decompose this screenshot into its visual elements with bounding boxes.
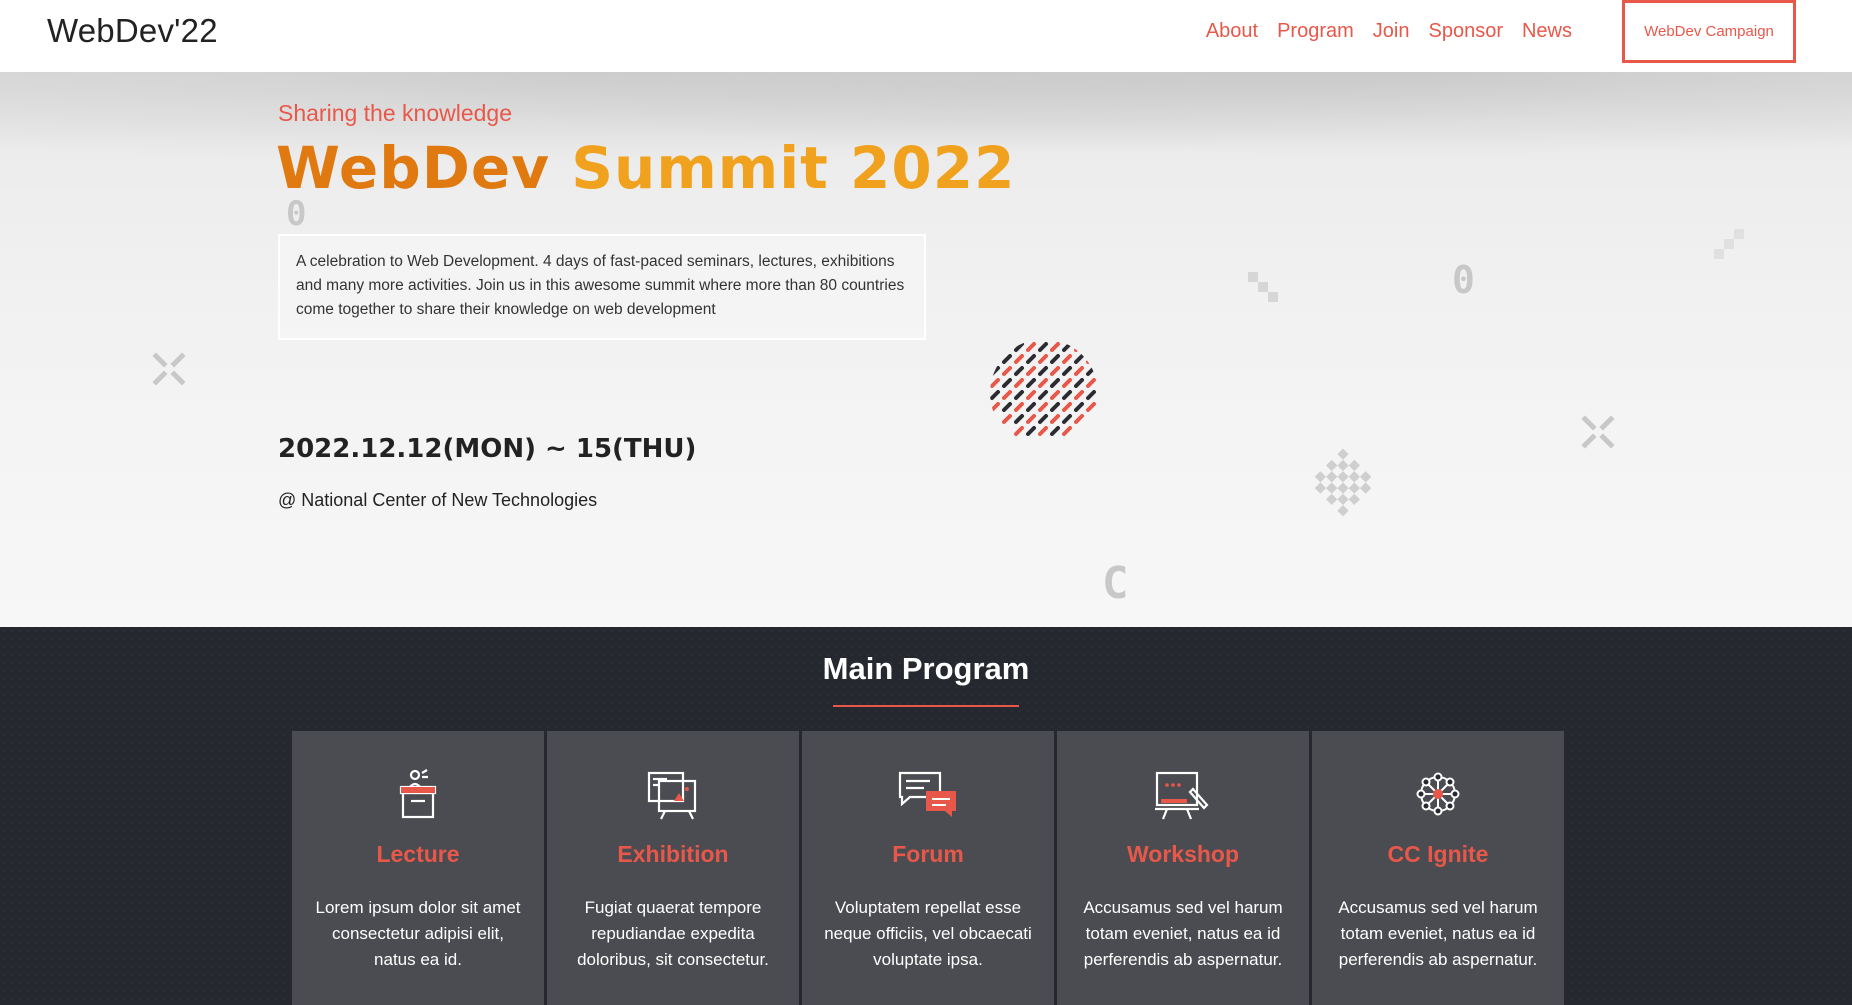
nav-program[interactable]: Program (1277, 20, 1354, 43)
checker-diamond-icon (1314, 448, 1372, 517)
main-nav: About Program Join Sponsor News (1206, 20, 1572, 43)
zero-decoration-icon: 0 (1452, 258, 1475, 302)
event-date: 2022.12.12(MON) ~ 15(THU) (278, 434, 697, 464)
card-text: Lorem ipsum dolor sit amet consectetur a… (315, 898, 521, 969)
program-card-workshop[interactable]: Workshop Accusamus sed vel harum totam e… (1057, 731, 1309, 1005)
card-title: Forum (892, 841, 964, 867)
card-text: Voluptatem repellat esse neque officiis,… (824, 898, 1032, 969)
program-card-forum[interactable]: Forum Voluptatem repellat esse neque off… (802, 731, 1054, 1005)
hero-section: 0 0 C Sharing the knowledge WebDev Summi… (0, 72, 1852, 627)
program-card-lecture[interactable]: Lecture Lorem ipsum dolor sit amet conse… (292, 731, 544, 1005)
site-header: WebDev'22 About Program Join Sponsor New… (0, 0, 1852, 72)
pixel-stair-icon (1248, 272, 1278, 302)
card-title: Exhibition (617, 841, 729, 867)
presentation-board-icon (547, 767, 799, 821)
network-icon (1312, 767, 1564, 821)
program-card-exhibition[interactable]: Exhibition Fugiat quaerat tempore repudi… (547, 731, 799, 1005)
card-title: Lecture (376, 841, 460, 867)
dashed-circle-icon (990, 342, 1096, 436)
nav-about[interactable]: About (1206, 20, 1258, 43)
cross-arrows-icon (1581, 415, 1615, 449)
hero-tagline: Sharing the knowledge (278, 100, 512, 126)
main-program-section: Main Program Lecture Lorem ipsum dolor s… (0, 627, 1852, 1005)
podium-icon (292, 767, 544, 821)
cross-arrows-icon (152, 352, 186, 386)
event-venue: @ National Center of New Technologies (278, 490, 598, 510)
nav-join[interactable]: Join (1373, 20, 1410, 43)
nav-news[interactable]: News (1522, 20, 1572, 43)
campaign-button[interactable]: WebDev Campaign (1622, 0, 1796, 63)
chat-bubbles-icon (802, 767, 1054, 821)
section-title: Main Program (822, 651, 1030, 686)
c-decoration-icon: C (1102, 558, 1129, 609)
card-text: Fugiat quaerat tempore repudiandae exped… (577, 898, 769, 969)
hero-title-part2: Summit 2022 (571, 134, 1016, 202)
nav-sponsor[interactable]: Sponsor (1428, 20, 1503, 43)
hero-description: A celebration to Web Development. 4 days… (296, 253, 905, 318)
hero-description-box: A celebration to Web Development. 4 days… (278, 234, 926, 340)
pixel-stair-icon (1714, 229, 1744, 259)
program-card-cc-ignite[interactable]: CC Ignite Accusamus sed vel harum totam … (1312, 731, 1564, 1005)
hero-title-part1: WebDev (276, 134, 551, 202)
hero-title: WebDev Summit 2022 (276, 134, 1015, 202)
card-text: Accusamus sed vel harum totam eveniet, n… (1083, 898, 1283, 969)
card-title: Workshop (1126, 841, 1240, 867)
card-title: CC Ignite (1387, 841, 1489, 867)
title-underline (833, 705, 1019, 707)
program-cards: Lecture Lorem ipsum dolor sit amet conse… (292, 731, 1564, 1005)
whiteboard-icon (1057, 767, 1309, 821)
card-text: Accusamus sed vel harum totam eveniet, n… (1338, 898, 1538, 969)
site-logo[interactable]: WebDev'22 (47, 12, 218, 50)
